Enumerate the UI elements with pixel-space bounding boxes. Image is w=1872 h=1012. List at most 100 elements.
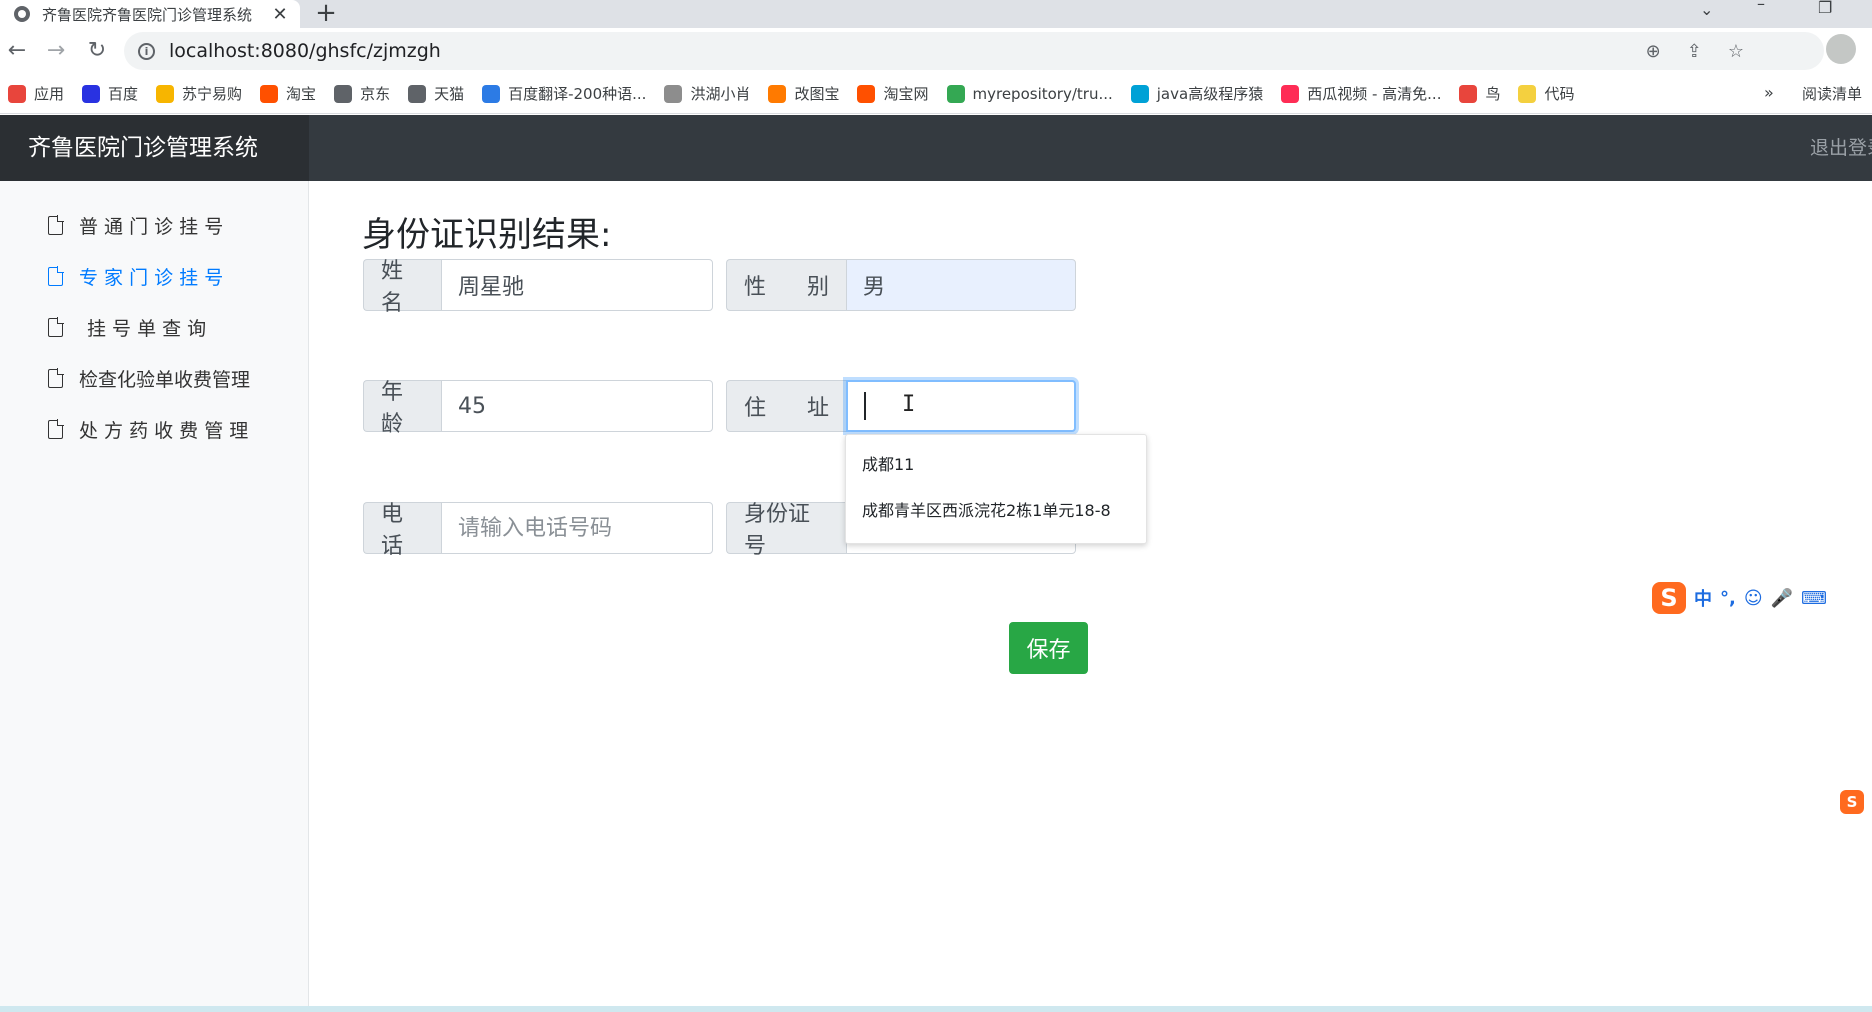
browser-tab-strip: 齐鲁医院齐鲁医院门诊管理系统 ✕ + ⌄ – ❐	[0, 0, 1872, 28]
restore-icon[interactable]: ❐	[1818, 0, 1832, 17]
bookmark-item[interactable]: java高级程序猿	[1130, 83, 1264, 104]
address-bar[interactable]: i localhost:8080/ghsfc/zjmzgh ⊕ ⇪ ☆	[124, 32, 1824, 70]
bookmark-favicon-icon	[1130, 84, 1149, 103]
bookmark-favicon-icon	[82, 84, 101, 103]
bookmark-item[interactable]: 京东	[334, 83, 390, 104]
tab-search-chevron-icon[interactable]: ⌄	[1700, 0, 1713, 19]
back-arrow-icon[interactable]: ←	[2, 36, 32, 66]
sidebar-item[interactable]: 专 家 门 诊 挂 号	[48, 259, 223, 293]
bookmark-favicon-icon	[768, 84, 787, 103]
bookmark-item[interactable]: 洪湖小肖	[664, 83, 750, 104]
name-label: 姓名	[363, 259, 441, 316]
bookmark-favicon-icon	[156, 84, 175, 103]
sidebar-nav: 普 通 门 诊 挂 号专 家 门 诊 挂 号挂 号 单 查 询检查化验单收费管理…	[0, 181, 309, 1012]
app-header: 齐鲁医院门诊管理系统 退出登录	[0, 115, 1872, 181]
gender-label: 性别	[726, 259, 846, 311]
app-brand[interactable]: 齐鲁医院门诊管理系统	[0, 115, 309, 181]
sogou-logo-icon[interactable]: S	[1652, 582, 1686, 614]
microphone-icon[interactable]: 🎤	[1771, 588, 1793, 609]
bookmark-item[interactable]: 代码	[1518, 83, 1575, 104]
bookmark-label: 应用	[34, 85, 65, 103]
bookmark-item[interactable]: 百度	[82, 83, 138, 104]
name-input-group: 姓名	[363, 259, 713, 316]
bookmark-label: 代码	[1544, 85, 1575, 103]
bookmark-item[interactable]: myrepository/tru...	[946, 84, 1113, 103]
bookmark-item[interactable]: 改图宝	[768, 83, 839, 104]
phone-field[interactable]	[441, 502, 713, 554]
bookmark-label: 洪湖小肖	[690, 85, 751, 103]
logout-link[interactable]: 退出登录	[1810, 115, 1872, 181]
name-field[interactable]	[441, 259, 713, 311]
bookmark-label: 苏宁易购	[182, 85, 243, 103]
gender-field[interactable]	[846, 259, 1076, 311]
sidebar-item-label: 处 方 药 收 费 管 理	[79, 419, 249, 442]
reload-icon[interactable]: ↻	[82, 36, 112, 66]
emoji-icon[interactable]: ☺	[1744, 588, 1763, 609]
bookmark-favicon-icon	[1459, 84, 1478, 103]
globe-icon	[14, 6, 30, 22]
sidebar-item[interactable]: 处 方 药 收 费 管 理	[48, 412, 248, 446]
bookmark-favicon-icon	[8, 84, 26, 103]
bookmark-favicon-icon	[482, 84, 501, 103]
sidebar-item[interactable]: 普 通 门 诊 挂 号	[48, 208, 223, 242]
bookmark-item[interactable]: 百度翻译-200种语...	[482, 83, 646, 104]
keyboard-icon[interactable]: ⌨	[1801, 588, 1827, 609]
bookmark-favicon-icon	[857, 84, 876, 103]
mouse-ibeam-cursor-icon: I	[902, 392, 916, 417]
tab-close-icon[interactable]: ✕	[268, 4, 292, 25]
bookmark-favicon-icon	[946, 84, 965, 103]
bookmarks-overflow-button[interactable]: »	[1764, 83, 1774, 102]
bookmark-favicon-icon	[334, 84, 353, 103]
bookmark-item[interactable]: 淘宝网	[857, 83, 929, 104]
bookmark-item[interactable]: 天猫	[408, 83, 464, 104]
save-button[interactable]: 保存	[1009, 622, 1088, 674]
bookmark-item[interactable]: 淘宝	[260, 83, 316, 104]
bookmark-label: 淘宝	[286, 85, 317, 103]
bookmark-item[interactable]: 应用	[8, 83, 64, 104]
page-title: 身份证识别结果:	[362, 215, 612, 255]
bookmarks-bar: 应用 百度 苏宁易购 淘宝 京东 天猫 百度翻译-200种语... 洪湖小肖 改图宝 淘宝网 myr…	[0, 74, 1872, 114]
bookmark-favicon-icon	[408, 84, 427, 103]
age-label: 年龄	[363, 380, 441, 437]
sidebar-item[interactable]: 挂 号 单 查 询	[48, 310, 206, 344]
autocomplete-option[interactable]: 成都11	[862, 451, 914, 475]
share-icon[interactable]: ⇪	[1687, 41, 1702, 62]
ime-toolbar: S 中 °, ☺ 🎤 ⌨	[1652, 580, 1872, 616]
reading-list-button[interactable]: 阅读清单	[1802, 83, 1862, 104]
bookmark-favicon-icon	[1518, 84, 1537, 103]
autocomplete-option[interactable]: 成都青羊区西派浣花2栋1单元18-8	[862, 497, 1111, 521]
forward-arrow-icon[interactable]: →	[41, 36, 71, 66]
browser-tab[interactable]: 齐鲁医院齐鲁医院门诊管理系统 ✕	[0, 0, 300, 28]
file-icon	[48, 214, 64, 235]
minimize-icon[interactable]: –	[1757, 0, 1765, 13]
bookmark-label: 百度翻译-200种语...	[508, 85, 647, 103]
phone-label: 电话	[363, 502, 441, 559]
ime-punctuation-toggle[interactable]: °,	[1720, 588, 1736, 609]
browser-toolbar: ← → ↻ i localhost:8080/ghsfc/zjmzgh ⊕ ⇪ …	[0, 28, 1872, 74]
star-icon[interactable]: ☆	[1728, 41, 1744, 62]
bookmark-favicon-icon	[260, 84, 279, 103]
file-icon	[48, 316, 64, 337]
sogou-mini-icon[interactable]: S	[1840, 790, 1864, 814]
new-tab-button[interactable]: +	[312, 0, 340, 28]
bottom-border	[0, 1006, 1872, 1012]
zoom-icon[interactable]: ⊕	[1646, 41, 1661, 62]
file-icon	[48, 418, 64, 439]
sidebar-item-label: 专 家 门 诊 挂 号	[79, 266, 224, 289]
gender-input-group: 性别	[726, 259, 1076, 311]
sidebar-item-label: 检查化验单收费管理	[79, 368, 251, 391]
ime-mode-toggle[interactable]: 中	[1694, 585, 1712, 611]
profile-avatar-icon[interactable]	[1826, 34, 1856, 64]
main-content: 身份证识别结果: 姓名 性别 年龄 住址 I 电话 身份证号	[310, 181, 1872, 1012]
address-field[interactable]	[846, 380, 1076, 432]
age-field[interactable]	[441, 380, 713, 432]
bookmark-item[interactable]: 苏宁易购	[156, 83, 242, 104]
sidebar-item[interactable]: 检查化验单收费管理	[48, 361, 250, 395]
bookmark-item[interactable]: 西瓜视频 - 高清免...	[1281, 83, 1441, 104]
bookmark-item[interactable]: 鸟	[1459, 83, 1500, 104]
site-info-icon[interactable]: i	[138, 42, 155, 60]
bookmark-label: java高级程序猿	[1156, 85, 1264, 103]
bookmark-favicon-icon	[664, 84, 683, 103]
bookmark-label: 天猫	[434, 85, 465, 103]
phone-input-group: 电话	[363, 502, 713, 559]
